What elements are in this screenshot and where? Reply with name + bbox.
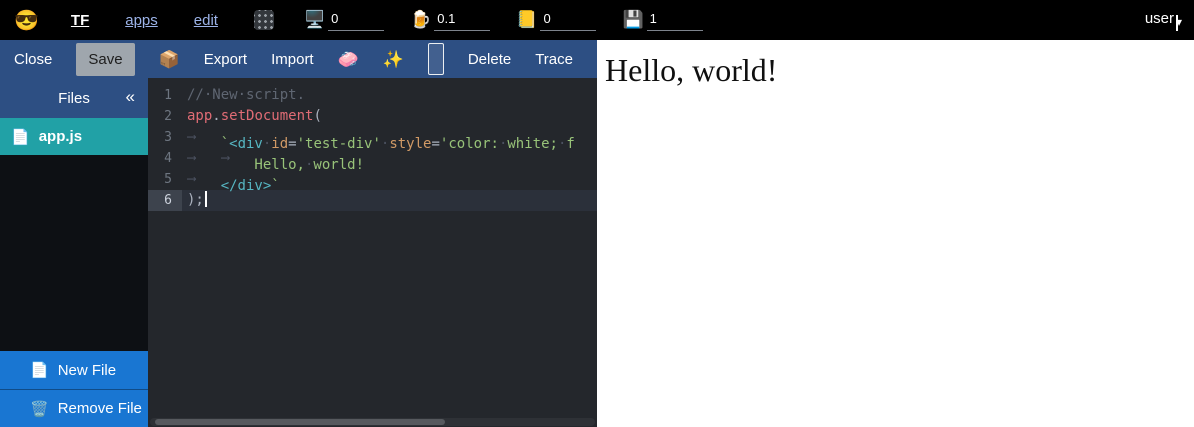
editor-toolbar: Close Save 📦 Export Import 🧼 ✨ Delete Tr… — [0, 40, 597, 78]
apps-grid-icon[interactable] — [254, 10, 274, 30]
nav-link-apps[interactable]: apps — [125, 12, 158, 29]
new-file-button[interactable]: 📄 New File — [0, 351, 148, 389]
save-button[interactable]: Save — [76, 43, 134, 76]
new-file-label: New File — [58, 362, 116, 379]
app-root: 😎 TF apps edit 🖥️ 🍺 📒 💾 user▾ Close Save… — [0, 0, 1194, 427]
trace-button[interactable]: Trace — [535, 45, 573, 74]
monitor-icon: 🖥️ — [304, 10, 325, 30]
remove-file-button[interactable]: 🗑️ Remove File — [0, 389, 148, 427]
brand-link[interactable]: TF — [71, 12, 89, 29]
files-title: Files — [58, 90, 90, 107]
stat-field-floppy: 💾 — [622, 9, 702, 31]
collapse-sidebar-icon[interactable]: « — [126, 87, 135, 107]
user-label: user — [1145, 10, 1174, 27]
file-list-area — [0, 155, 148, 351]
package-icon-button[interactable]: 📦 — [159, 46, 180, 73]
delete-button[interactable]: Delete — [468, 45, 511, 74]
text-cursor — [205, 191, 207, 207]
import-button[interactable]: Import — [271, 45, 314, 74]
export-button[interactable]: Export — [204, 45, 247, 74]
code-line[interactable]: ⟶`<div·id='test-div'·style='color:·white… — [182, 127, 597, 148]
line-number[interactable]: 4 — [148, 148, 182, 169]
code-lines[interactable]: //·New·script.app.setDocument(⟶`<div·id=… — [182, 78, 597, 427]
stat-field-ledger: 📒 — [516, 9, 596, 31]
files-header: Files « — [0, 78, 148, 118]
line-number[interactable]: 2 — [148, 106, 182, 127]
code-line[interactable]: app.setDocument( — [182, 106, 597, 127]
preview-panel: Hello, world! — [597, 40, 1194, 427]
line-number[interactable]: 1 — [148, 85, 182, 106]
new-file-icon: 📄 — [30, 361, 49, 379]
line-number[interactable]: 5 — [148, 169, 182, 190]
monitor-input[interactable] — [328, 9, 384, 31]
beer-input[interactable] — [434, 9, 490, 31]
ledger-input[interactable] — [540, 9, 596, 31]
stat-field-monitor: 🖥️ — [304, 9, 384, 31]
scrollbar-thumb[interactable] — [155, 419, 445, 425]
code-line[interactable]: ⟶</div>` — [182, 169, 597, 190]
soap-icon-button[interactable]: 🧼 — [338, 46, 359, 73]
nav-link-edit[interactable]: edit — [194, 12, 218, 29]
preview-text: Hello, world! — [605, 51, 1186, 89]
ledger-icon: 📒 — [516, 10, 537, 30]
line-number[interactable]: 6 — [148, 190, 182, 211]
smiley-logo-icon[interactable]: 😎 — [14, 8, 39, 33]
code-line[interactable]: //·New·script. — [182, 85, 597, 106]
topbar: 😎 TF apps edit 🖥️ 🍺 📒 💾 user▾ — [0, 0, 1194, 40]
stat-field-beer: 🍺 — [410, 9, 490, 31]
file-item-appjs[interactable]: 📄 app.js — [0, 118, 148, 155]
file-name: app.js — [39, 128, 82, 145]
empty-slot-button[interactable] — [428, 43, 444, 75]
line-number[interactable]: 3 — [148, 127, 182, 148]
floppy-icon: 💾 — [622, 10, 643, 30]
close-button[interactable]: Close — [14, 45, 52, 74]
caret-down-icon: ▾ — [1176, 15, 1178, 31]
remove-file-label: Remove File — [58, 400, 142, 417]
beer-icon: 🍺 — [410, 10, 431, 30]
files-sidebar: Files « 📄 app.js 📄 New File 🗑️ Remove Fi… — [0, 78, 148, 427]
file-icon: 📄 — [11, 128, 30, 146]
user-menu[interactable]: user▾ — [1145, 10, 1178, 31]
line-number-gutter[interactable]: 123456 — [148, 78, 182, 427]
horizontal-scrollbar[interactable] — [150, 418, 595, 426]
code-editor[interactable]: 123456 //·New·script.app.setDocument(⟶`<… — [148, 78, 597, 427]
floppy-input[interactable] — [647, 9, 703, 31]
sparkles-icon-button[interactable]: ✨ — [383, 46, 404, 73]
trash-icon: 🗑️ — [30, 400, 49, 418]
